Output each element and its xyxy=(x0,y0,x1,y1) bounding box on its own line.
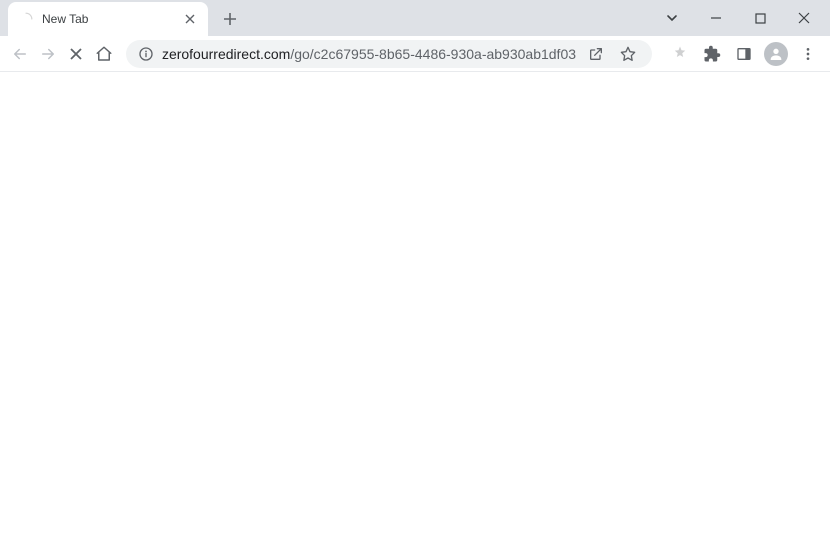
page-content xyxy=(0,72,830,538)
browser-tab[interactable]: New Tab xyxy=(8,2,208,36)
extensions-area xyxy=(666,40,822,68)
profile-button[interactable] xyxy=(762,40,790,68)
stop-reload-button[interactable] xyxy=(64,40,88,68)
address-bar[interactable]: zerofourredirect.com/go/c2c67955-8b65-44… xyxy=(126,40,652,68)
tab-title: New Tab xyxy=(42,12,182,26)
window-controls xyxy=(646,0,830,36)
minimize-button[interactable] xyxy=(702,8,730,28)
close-tab-button[interactable] xyxy=(182,11,198,27)
extensions-menu-icon[interactable] xyxy=(698,40,726,68)
toolbar: zerofourredirect.com/go/c2c67955-8b65-44… xyxy=(0,36,830,72)
site-info-icon[interactable] xyxy=(138,46,154,62)
menu-button[interactable] xyxy=(794,40,822,68)
titlebar: New Tab xyxy=(0,0,830,36)
back-button[interactable] xyxy=(8,40,32,68)
share-icon[interactable] xyxy=(584,42,608,66)
home-button[interactable] xyxy=(92,40,116,68)
tab-search-button[interactable] xyxy=(658,8,686,28)
close-window-button[interactable] xyxy=(790,8,818,28)
bookmark-icon[interactable] xyxy=(616,42,640,66)
loading-icon xyxy=(18,11,34,27)
avatar-icon xyxy=(764,42,788,66)
url-text: zerofourredirect.com/go/c2c67955-8b65-44… xyxy=(162,46,576,62)
new-tab-button[interactable] xyxy=(216,5,244,33)
extension-button-1[interactable] xyxy=(666,40,694,68)
url-domain: zerofourredirect.com xyxy=(162,46,290,62)
side-panel-icon[interactable] xyxy=(730,40,758,68)
forward-button[interactable] xyxy=(36,40,60,68)
url-path: /go/c2c67955-8b65-4486-930a-ab930ab1df03 xyxy=(290,46,576,62)
maximize-button[interactable] xyxy=(746,8,774,28)
